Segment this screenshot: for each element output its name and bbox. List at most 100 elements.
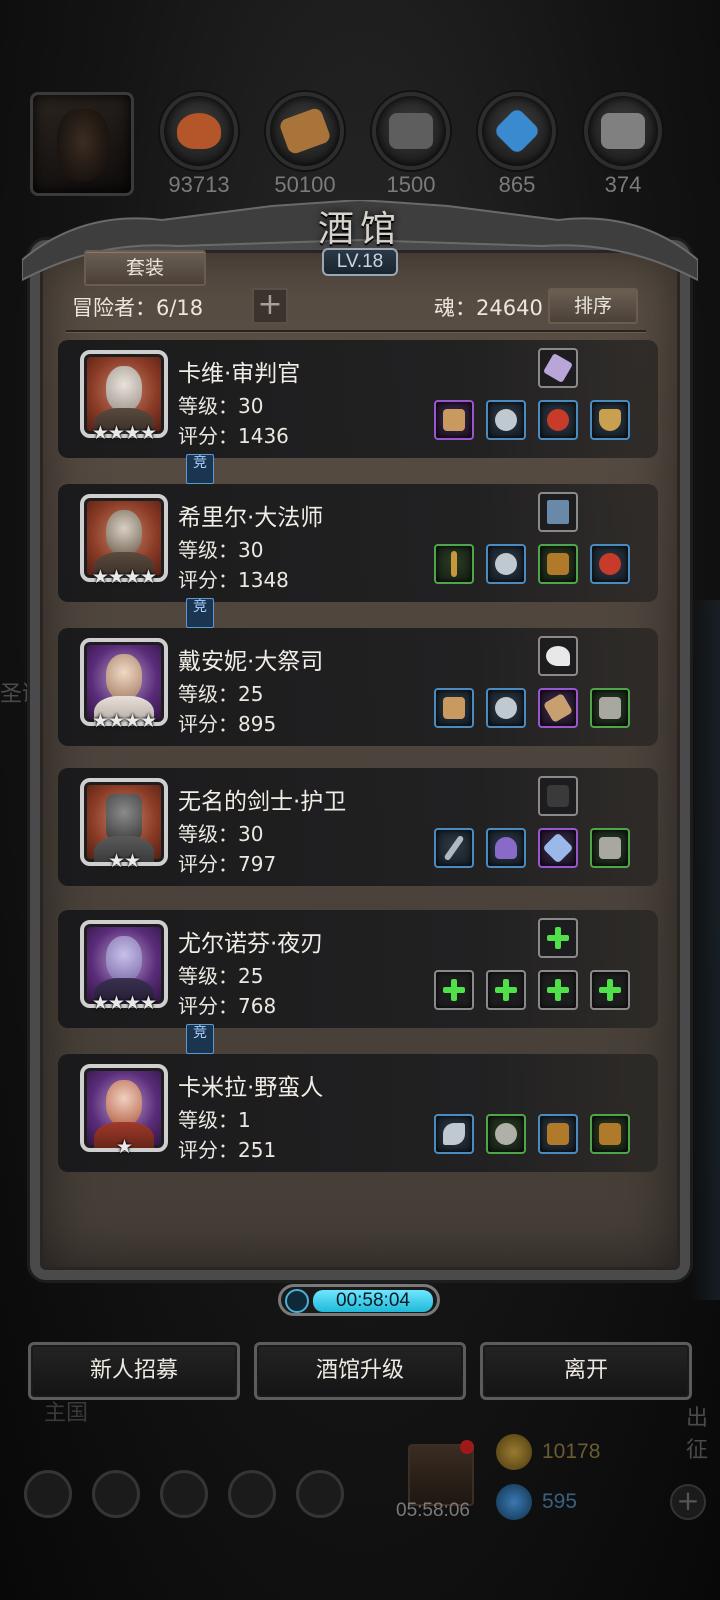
glove-relic-icon [547,785,569,807]
resource-iron[interactable]: 374 [584,92,662,198]
hero-name: 戴安妮·大祭司 [178,649,324,675]
iron-icon [584,92,662,170]
hero-score: 评分：797 [178,852,277,876]
hero-stars: ★★★★ [91,422,157,444]
stone-icon [372,92,450,170]
hero-name: 希里尔·大法师 [178,505,324,531]
hero-score: 评分：1348 [178,568,289,592]
tavern-level-badge: LV.18 [322,248,398,276]
hero-stars: ★★★★ [91,566,157,588]
relic-slot[interactable] [538,492,578,532]
hero-level: 等级：25 [178,964,264,988]
adventurer-count: 冒险者：6/18 [72,296,204,320]
resource-crystal[interactable]: 865 [478,92,556,198]
relic-slot[interactable] [538,636,578,676]
gold-value: 10178 [542,1440,601,1463]
gift-timer: 05:58:06 [396,1500,470,1521]
scroll-icon[interactable] [538,688,578,728]
hero-card[interactable]: ★★★★ 希里尔·大法师 等级：30 评分：1348 [58,484,658,602]
relic-slot[interactable] [538,918,578,958]
suit-button[interactable]: 套装 [84,250,206,286]
chat-icon[interactable] [296,1470,344,1518]
wood-icon [266,92,344,170]
armor-icon[interactable] [486,400,526,440]
add-relic-icon [547,927,569,949]
armor-icon[interactable] [486,688,526,728]
hero-stars: ★★ [107,850,141,872]
quest-icon[interactable] [92,1470,140,1518]
hero-name: 卡米拉·野蛮人 [178,1075,324,1101]
hero-stars: ★ [115,1136,133,1158]
resource-meat-value: 93713 [168,172,230,197]
leave-button[interactable]: 离开 [480,1342,692,1400]
hero-card[interactable]: ★★★★ 尤尔诺芬·夜刃 等级：25 评分：768 [58,910,658,1028]
add-weapon-icon[interactable] [434,970,474,1010]
add-offhand-icon[interactable] [590,970,630,1010]
hero-card[interactable]: ★★★★ 卡维·审判官 等级：30 评分：1436 [58,340,658,458]
background-right-label: 出征 [686,1406,709,1463]
gauntlet-icon[interactable] [590,828,630,868]
gem-icon[interactable] [538,828,578,868]
necklace-icon[interactable] [538,400,578,440]
hammer-icon[interactable] [434,688,474,728]
relic-slot[interactable] [538,348,578,388]
necklace-icon[interactable] [590,544,630,584]
add-currency-button[interactable]: + [670,1484,706,1520]
resource-stone[interactable]: 1500 [372,92,450,198]
sort-button[interactable]: 排序 [548,288,638,324]
armor-icon[interactable] [486,1114,526,1154]
hero-level: 等级：30 [178,394,264,418]
resource-meat[interactable]: 93713 [160,92,238,198]
hero-stars: ★★★★ [91,710,157,732]
notification-dot [460,1440,474,1454]
axe-icon[interactable] [434,1114,474,1154]
add-accessory-icon[interactable] [538,970,578,1010]
hero-icon[interactable] [160,1470,208,1518]
equipment-slots [434,544,630,584]
tavern-panel: 酒馆 LV.18 套装 冒险者：6/18 + 魂：24640 排序 ★★★★ 卡… [22,200,698,1310]
settings-icon[interactable] [24,1470,72,1518]
hero-card[interactable]: ★★ 无名的剑士·护卫 等级：30 评分：797 [58,768,658,886]
recruit-button[interactable]: 新人招募 [28,1342,240,1400]
armor-icon[interactable] [486,544,526,584]
relic-slot[interactable] [538,776,578,816]
staff-icon[interactable] [434,544,474,584]
add-armor-icon[interactable] [486,970,526,1010]
resource-wood-value: 50100 [274,172,336,197]
crystal-relic-icon [542,352,574,384]
hero-name: 无名的剑士·护卫 [178,789,347,815]
clock-icon [285,1289,309,1313]
resource-stone-value: 1500 [386,172,436,197]
gem-value: 595 [542,1490,578,1513]
hero-level: 等级：1 [178,1108,251,1132]
gauntlet-icon[interactable] [590,688,630,728]
upgrade-tavern-button[interactable]: 酒馆升级 [254,1342,466,1400]
mail-icon[interactable] [228,1470,276,1518]
hero-score: 评分：895 [178,712,277,736]
resource-iron-value: 374 [604,172,642,197]
equipment-slots [434,970,630,1010]
hero-card[interactable]: ★★★★ 戴安妮·大祭司 等级：25 评分：895 [58,628,658,746]
chest-icon[interactable] [538,544,578,584]
bottom-nav [24,1470,344,1518]
equipment-slots [434,688,630,728]
chest-icon[interactable] [538,1114,578,1154]
equipment-slots [434,400,630,440]
feather-relic-icon [546,646,570,666]
hero-card[interactable]: ★ 卡米拉·野蛮人 等级：1 评分：251 [58,1054,658,1172]
add-slot-button[interactable]: + [252,288,288,324]
hero-level: 等级：30 [178,822,264,846]
hammer-icon[interactable] [434,400,474,440]
equipment-slots [434,828,630,868]
tavern-timer: 00:58:04 [278,1284,440,1316]
tome-relic-icon [547,500,569,524]
hero-level: 等级：25 [178,682,264,706]
crystal-icon [478,92,556,170]
sword-icon[interactable] [434,828,474,868]
helmet-icon[interactable] [486,828,526,868]
resource-wood[interactable]: 50100 [266,92,344,198]
shield-icon[interactable] [590,400,630,440]
chest-icon[interactable] [590,1114,630,1154]
gold-coin-icon [496,1434,532,1470]
player-portrait[interactable] [30,92,134,196]
